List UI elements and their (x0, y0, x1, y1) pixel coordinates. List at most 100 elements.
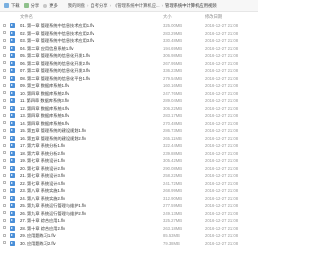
row-checkbox[interactable] (3, 106, 7, 110)
file-name[interactable]: 11. 第四章 数据库系统3.flv (20, 97, 69, 105)
row-checkbox[interactable] (3, 188, 7, 192)
row-checkbox[interactable] (3, 233, 7, 237)
row-checkbox[interactable] (3, 68, 7, 72)
row-checkbox[interactable] (3, 121, 7, 125)
row-checkbox[interactable] (3, 91, 7, 95)
table-row[interactable]: 23. 第八章 系统实施1.flv 268.99MB 2016-12-27 21:0… (0, 187, 258, 195)
table-row[interactable]: 02. 第一章 管理系统中信息技术应用2.flv 283.29MB 2016-12-… (0, 30, 258, 38)
file-name[interactable]: 27. 第十章 综合应用1.flv (20, 217, 65, 225)
row-checkbox[interactable] (3, 166, 7, 170)
file-name[interactable]: 02. 第一章 管理系统中信息技术应用2.flv (20, 30, 94, 38)
file-name[interactable]: 25. 第九章 系统运行管理与维护1.flv (20, 202, 86, 210)
table-row[interactable]: 26. 第九章 系统运行管理与维护2.flv 249.13MB 2016-12-27… (0, 210, 258, 218)
file-name[interactable]: 30. 应用题练习2.flv (20, 240, 56, 248)
table-row[interactable]: 19. 第七章 系统设计1.flv 305.42MB 2016-12-27 21:0… (0, 157, 258, 165)
file-name[interactable]: 21. 第七章 系统设计3.flv (20, 172, 65, 180)
row-checkbox[interactable] (3, 98, 7, 102)
table-row[interactable]: 29. 应用题练习1.flv 85.53MB 2016-12-27 21:08 (0, 232, 258, 240)
row-checkbox[interactable] (3, 203, 7, 207)
table-row[interactable]: 12. 第四章 数据库系统4.flv 306.22MB 2016-12-27 21:… (0, 105, 258, 113)
table-row[interactable]: 20. 第七章 系统设计2.flv 290.08MB 2016-12-27 21:0… (0, 165, 258, 173)
table-row[interactable]: 09. 第三章 数据库系统1.flv 160.16MB 2016-12-27 21:… (0, 82, 258, 90)
table-row[interactable]: 17. 第六章 系统分析1.flv 322.44MB 2016-12-27 21:0… (0, 142, 258, 150)
file-date: 2016-12-27 21:08 (205, 188, 239, 193)
header-name[interactable]: 文件名 (20, 12, 33, 22)
row-checkbox[interactable] (3, 196, 7, 200)
row-checkbox[interactable] (3, 76, 7, 80)
file-name[interactable]: 07. 第二章 管理系统的信息化开发3.flv (20, 67, 90, 75)
row-checkbox[interactable] (3, 38, 7, 42)
row-checkbox[interactable] (3, 151, 7, 155)
table-row[interactable]: 13. 第四章 数据库系统5.flv 283.17MB 2016-12-27 21:… (0, 112, 258, 120)
row-checkbox[interactable] (3, 136, 7, 140)
file-name[interactable]: 29. 应用题练习1.flv (20, 232, 56, 240)
row-checkbox[interactable] (3, 158, 7, 162)
row-checkbox[interactable] (3, 23, 7, 27)
file-name[interactable]: 03. 第一章 管理系统中信息技术应用3.flv (20, 37, 94, 45)
row-checkbox[interactable] (3, 226, 7, 230)
file-name[interactable]: 24. 第八章 系统实施2.flv (20, 195, 65, 203)
row-checkbox[interactable] (3, 211, 7, 215)
file-name[interactable]: 20. 第七章 系统设计2.flv (20, 165, 65, 173)
table-row[interactable]: 21. 第七章 系统设计3.flv 258.22MB 2016-12-27 21:0… (0, 172, 258, 180)
table-row[interactable]: 11. 第四章 数据库系统3.flv 289.04MB 2016-12-27 21:… (0, 97, 258, 105)
table-row[interactable]: 15. 第五章 管理系统的建设规划1.flv 286.73MB 2016-12-27… (0, 127, 258, 135)
table-row[interactable]: 18. 第六章 系统分析2.flv 239.88MB 2016-12-27 21:0… (0, 150, 258, 158)
table-row[interactable]: 06. 第二章 管理系统的信息化开发2.flv 267.95MB 2016-12-2… (0, 60, 258, 68)
table-row[interactable]: 30. 应用题练习2.flv 79.38MB 2016-12-27 21:08 (0, 240, 258, 248)
table-row[interactable]: 08. 第二章 管理系统的信息化平台1.flv 279.54MB 2016-12-2… (0, 75, 258, 83)
table-row[interactable]: 27. 第十章 综合应用1.flv 325.27MB 2016-12-27 21:0… (0, 217, 258, 225)
file-name[interactable]: 19. 第七章 系统设计1.flv (20, 157, 65, 165)
table-row[interactable]: 05. 第二章 管理系统的信息化开发1.flv 306.98MB 2016-12-2… (0, 52, 258, 60)
breadcrumb-item-share[interactable]: 自考分享 (90, 0, 107, 11)
row-checkbox[interactable] (3, 61, 7, 65)
row-checkbox[interactable] (3, 218, 7, 222)
breadcrumb-item-course[interactable]: 《管理系统中计算机应... (113, 0, 160, 11)
table-row[interactable]: 28. 第十章 综合应用2.flv 263.18MB 2016-12-27 21:0… (0, 225, 258, 233)
download-button[interactable]: 下载 (4, 0, 20, 11)
share-button[interactable]: 分享 (23, 0, 39, 11)
header-date[interactable]: 修改日期 (205, 12, 222, 22)
file-name[interactable]: 18. 第六章 系统分析2.flv (20, 150, 65, 158)
file-name[interactable]: 09. 第三章 数据库系统1.flv (20, 82, 69, 90)
file-name[interactable]: 15. 第五章 管理系统的建设规划1.flv (20, 127, 86, 135)
file-name[interactable]: 04. 第二章 应用信息系统1.flv (20, 45, 74, 53)
table-row[interactable]: 03. 第一章 管理系统中信息技术应用3.flv 330.48MB 2016-12-… (0, 37, 258, 45)
file-name[interactable]: 06. 第二章 管理系统的信息化开发2.flv (20, 60, 90, 68)
table-row[interactable]: 10. 第四章 数据库系统2.flv 247.76MB 2016-12-27 21:… (0, 90, 258, 98)
header-size[interactable]: 大小 (163, 12, 172, 22)
table-row[interactable]: 01. 第一章 管理系统中信息技术应用1.flv 325.00MB 2016-12-… (0, 22, 258, 30)
row-checkbox[interactable] (3, 173, 7, 177)
more-button[interactable]: 更多 (43, 0, 58, 11)
file-name[interactable]: 05. 第二章 管理系统的信息化开发1.flv (20, 52, 90, 60)
table-row[interactable]: 22. 第七章 系统设计4.flv 241.72MB 2016-12-27 21:0… (0, 180, 258, 188)
file-name[interactable]: 26. 第九章 系统运行管理与维护2.flv (20, 210, 86, 218)
file-name[interactable]: 14. 第四章 数据库系统6.flv (20, 120, 69, 128)
row-checkbox[interactable] (3, 241, 7, 245)
file-name[interactable]: 13. 第四章 数据库系统5.flv (20, 112, 69, 120)
table-row[interactable]: 04. 第二章 应用信息系统1.flv 194.69MB 2016-12-27 21… (0, 45, 258, 53)
row-checkbox[interactable] (3, 83, 7, 87)
table-row[interactable]: 07. 第二章 管理系统的信息化开发3.flv 336.23MB 2016-12-2… (0, 67, 258, 75)
file-name[interactable]: 16. 第五章 管理系统的建设规划2.flv (20, 135, 86, 143)
file-name[interactable]: 23. 第八章 系统实施1.flv (20, 187, 65, 195)
table-row[interactable]: 14. 第四章 数据库系统6.flv 270.48MB 2016-12-27 21:… (0, 120, 258, 128)
row-checkbox[interactable] (3, 143, 7, 147)
file-name[interactable]: 22. 第七章 系统设计4.flv (20, 180, 65, 188)
row-checkbox[interactable] (3, 128, 7, 132)
row-checkbox[interactable] (3, 46, 7, 50)
file-name[interactable]: 12. 第四章 数据库系统4.flv (20, 105, 69, 113)
file-name[interactable]: 17. 第六章 系统分析1.flv (20, 142, 65, 150)
file-name[interactable]: 08. 第二章 管理系统的信息化平台1.flv (20, 75, 90, 83)
file-name[interactable]: 01. 第一章 管理系统中信息技术应用1.flv (20, 22, 94, 30)
row-checkbox[interactable] (3, 53, 7, 57)
breadcrumb-item-root[interactable]: 我的网盘 (68, 0, 85, 11)
table-row[interactable]: 25. 第九章 系统运行管理与维护1.flv 277.59MB 2016-12-27… (0, 202, 258, 210)
table-row[interactable]: 24. 第八章 系统实施2.flv 312.90MB 2016-12-27 21:0… (0, 195, 258, 203)
file-name[interactable]: 28. 第十章 综合应用2.flv (20, 225, 65, 233)
row-checkbox[interactable] (3, 31, 7, 35)
table-row[interactable]: 16. 第五章 管理系统的建设规划2.flv 265.11MB 2016-12-27… (0, 135, 258, 143)
file-name[interactable]: 10. 第四章 数据库系统2.flv (20, 90, 69, 98)
row-checkbox[interactable] (3, 113, 7, 117)
row-checkbox[interactable] (3, 181, 7, 185)
